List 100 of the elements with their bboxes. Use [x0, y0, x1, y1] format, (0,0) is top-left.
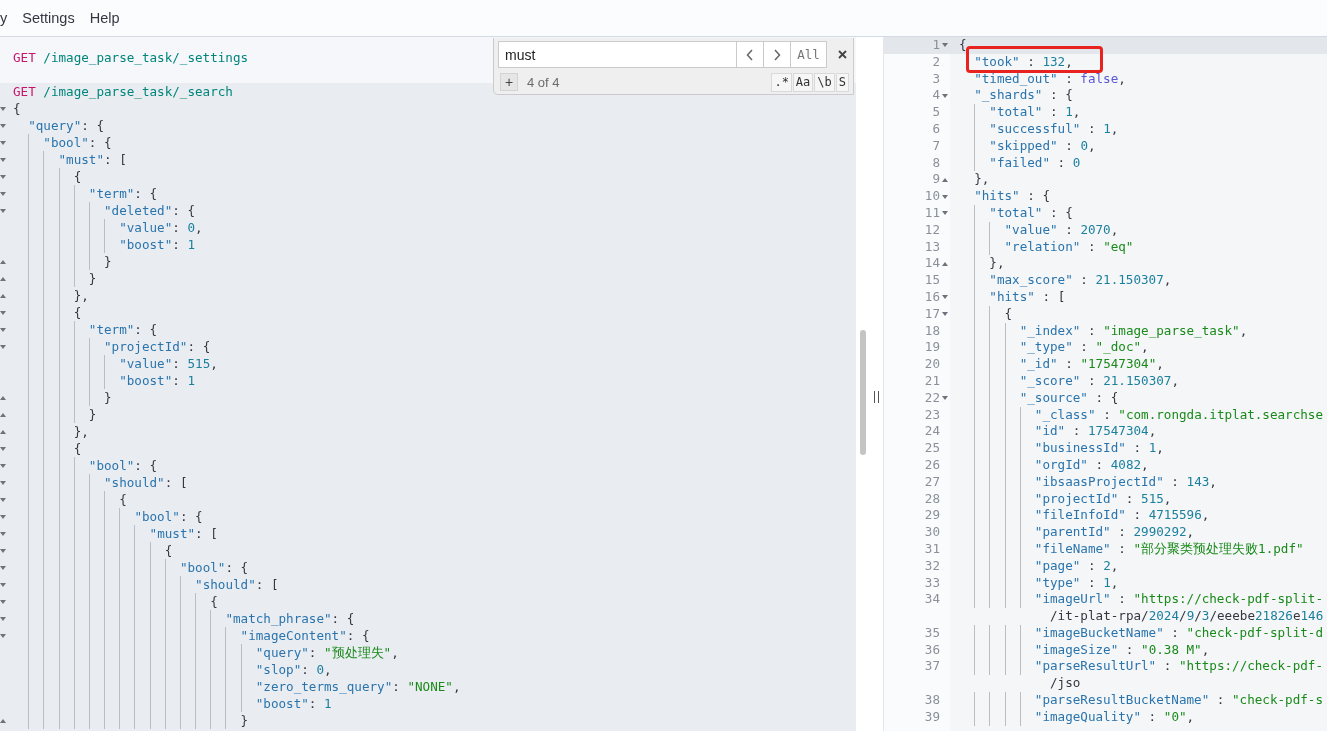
- resize-handle[interactable]: [874, 391, 879, 403]
- code-line: "orgId" : 4082,: [950, 456, 1327, 474]
- caret-up-icon[interactable]: [942, 261, 948, 266]
- code-line: "term": {: [10, 321, 158, 338]
- code-line: {: [950, 305, 1327, 323]
- code-line: }: [10, 253, 112, 270]
- caret-down-icon[interactable]: [0, 140, 6, 145]
- search-option-button[interactable]: S: [835, 72, 849, 92]
- caret-down-icon[interactable]: [0, 344, 6, 349]
- caret-down-icon[interactable]: [0, 157, 6, 162]
- code-line: "id" : 17547304,: [950, 423, 1327, 441]
- caret-down-icon[interactable]: [0, 497, 6, 502]
- replace-toggle-button[interactable]: +: [500, 73, 518, 91]
- caret-down-icon[interactable]: [0, 208, 6, 213]
- line-number: 31: [923, 540, 940, 558]
- code-line: "businessId" : 1,: [950, 440, 1327, 457]
- line-number: 7: [931, 137, 940, 155]
- code-line: "projectId": {: [10, 338, 211, 355]
- caret-down-icon[interactable]: [0, 191, 6, 196]
- code-line: "_id" : "17547304",: [950, 356, 1327, 373]
- caret-up-icon[interactable]: [942, 177, 948, 182]
- caret-down-icon[interactable]: [0, 463, 6, 468]
- caret-down-icon[interactable]: [0, 548, 6, 553]
- caret-down-icon[interactable]: [0, 480, 6, 485]
- code-line: {: [10, 304, 82, 321]
- caret-down-icon[interactable]: [0, 531, 6, 536]
- caret-up-icon[interactable]: [0, 259, 6, 264]
- code-line: "timed_out" : false,: [973, 70, 1127, 88]
- line-number: 12: [923, 221, 940, 239]
- caret-down-icon[interactable]: [942, 43, 948, 48]
- code-line: "should": [: [10, 474, 188, 491]
- caret-down-icon[interactable]: [942, 295, 948, 300]
- caret-down-icon[interactable]: [942, 396, 948, 401]
- line-number: 34: [923, 591, 940, 609]
- code-line: {: [10, 593, 218, 610]
- code-line: "term": {: [10, 185, 158, 202]
- caret-down-icon[interactable]: [0, 582, 6, 587]
- code-line: "query": {: [27, 117, 105, 134]
- search-option-button[interactable]: .*: [771, 72, 792, 92]
- code-line: "boost": 1: [10, 236, 196, 253]
- caret-up-icon[interactable]: [0, 395, 6, 400]
- line-number: 18: [923, 322, 940, 340]
- caret-down-icon[interactable]: [0, 310, 6, 315]
- code-line: "parseResultUrl" : "https://check-pdf-: [950, 658, 1327, 676]
- caret-up-icon[interactable]: [0, 429, 6, 434]
- code-line: }: [10, 406, 97, 423]
- caret-up-icon[interactable]: [0, 293, 6, 298]
- search-option-button[interactable]: \b: [814, 72, 835, 92]
- line-number: 38: [923, 692, 940, 709]
- caret-down-icon[interactable]: [0, 599, 6, 604]
- caret-up-icon[interactable]: [0, 276, 6, 281]
- code-line: "query": "预处理失",: [10, 644, 399, 661]
- menu-item[interactable]: y: [0, 10, 8, 26]
- code-line: {: [12, 100, 21, 117]
- previous-match-button[interactable]: [737, 41, 764, 68]
- caret-down-icon[interactable]: [0, 106, 6, 111]
- code-line: "total" : {: [950, 204, 1327, 222]
- code-line: "fileInfoId" : 4715596,: [950, 507, 1327, 525]
- caret-down-icon[interactable]: [0, 633, 6, 638]
- code-line: "imageQuality" : "0",: [950, 708, 1327, 726]
- menu-item[interactable]: Help: [89, 10, 120, 26]
- chevron-right-icon: [773, 48, 781, 61]
- search-option-button[interactable]: Aa: [792, 72, 814, 92]
- code-line: "type" : 1,: [950, 574, 1327, 592]
- caret-down-icon[interactable]: [0, 514, 6, 519]
- code-line: }: [10, 712, 249, 729]
- line-number: 39: [923, 708, 940, 726]
- code-line: },: [950, 255, 1327, 273]
- code-line: "took" : 132,: [973, 53, 1074, 71]
- code-line: "total" : 1,: [950, 104, 1327, 121]
- code-line: "successful" : 1,: [950, 121, 1327, 138]
- caret-down-icon[interactable]: [942, 93, 948, 98]
- caret-down-icon[interactable]: [0, 123, 6, 128]
- search-field[interactable]: must: [498, 41, 737, 68]
- code-line: "hits" : [: [950, 288, 1327, 306]
- caret-down-icon[interactable]: [0, 327, 6, 332]
- next-match-button[interactable]: [764, 41, 791, 68]
- line-number: 8: [931, 154, 940, 172]
- code-line: "value" : 2070,: [950, 221, 1327, 239]
- code-line: {: [10, 440, 82, 457]
- code-line: "parentId" : 2990292,: [950, 524, 1327, 541]
- select-all-button[interactable]: All: [791, 41, 827, 68]
- caret-down-icon[interactable]: [0, 174, 6, 179]
- caret-down-icon[interactable]: [942, 312, 948, 317]
- caret-down-icon[interactable]: [0, 616, 6, 621]
- line-number: 9: [931, 171, 940, 189]
- scrollbar-thumb[interactable]: [860, 330, 866, 455]
- caret-up-icon[interactable]: [0, 412, 6, 417]
- caret-down-icon[interactable]: [0, 565, 6, 570]
- line-number: 5: [931, 104, 940, 121]
- code-line: "fileName" : "部分聚类预处理失败1.pdf": [950, 540, 1327, 558]
- line-number: 16: [923, 288, 940, 306]
- code-line: "deleted": {: [10, 202, 196, 219]
- caret-up-icon[interactable]: [0, 718, 6, 723]
- caret-down-icon[interactable]: [0, 446, 6, 451]
- code-line: {: [958, 37, 968, 54]
- caret-down-icon[interactable]: [942, 194, 948, 199]
- caret-down-icon[interactable]: [942, 211, 948, 216]
- code-line: },: [10, 423, 89, 440]
- menu-item[interactable]: Settings: [22, 10, 75, 26]
